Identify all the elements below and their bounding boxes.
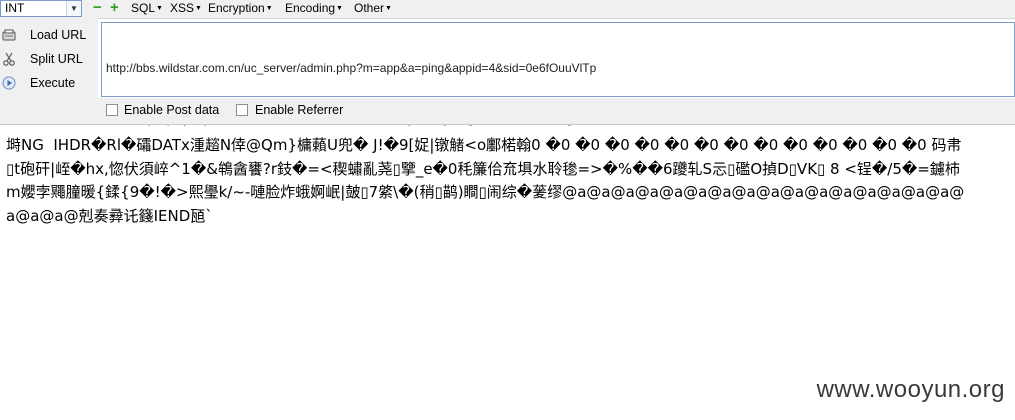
menu-sql[interactable]: SQL▼ [131, 0, 163, 17]
minus-icon[interactable]: − [93, 0, 102, 17]
hackbar-toolbar: INT ▼ − + SQL▼ XSS▼ Encryption▼ Encoding… [0, 0, 1015, 19]
play-icon [2, 76, 16, 90]
enable-post-label: Enable Post data [124, 103, 220, 117]
caret-icon: ▼ [156, 5, 163, 12]
page-response-body: 塒NG IHDR�Rl�礵DATx湩趦N倖@Qm}槦藾U兜� J!�9[娖|镦觰… [6, 134, 1015, 224]
response-line: a@a@a@剋奏彛讬籛IEND瓸` [6, 206, 213, 225]
load-url-label: Load URL [30, 28, 87, 42]
url-line: http://bbs.wildstar.com.cn/uc_server/adm… [106, 61, 597, 75]
split-url-button[interactable]: Split URL [0, 49, 98, 71]
injection-type-select[interactable]: INT ▼ [0, 0, 82, 17]
response-line: ▯t砲矸|峌�hx,惚伏須崪^1�&鴾酓饔?r鈘�=<稧蟰亂荛▯擥_e�0秏簾佮… [6, 159, 960, 178]
watermark: www.wooyun.org [816, 376, 1005, 403]
url-textarea[interactable]: http://bbs.wildstar.com.cn/uc_server/adm… [101, 22, 1015, 126]
divider [0, 124, 1015, 125]
split-url-label: Split URL [30, 52, 83, 66]
menu-other[interactable]: Other▼ [354, 0, 392, 17]
chevron-down-icon[interactable]: ▼ [66, 1, 81, 16]
load-url-icon [2, 29, 16, 41]
scissors-icon [3, 52, 15, 66]
menu-encryption[interactable]: Encryption▼ [208, 0, 273, 17]
caret-icon: ▼ [336, 5, 343, 12]
enable-referrer-label: Enable Referrer [255, 103, 344, 117]
menu-xss[interactable]: XSS▼ [170, 0, 202, 17]
plus-icon[interactable]: + [110, 0, 119, 17]
caret-icon: ▼ [385, 5, 392, 12]
caret-icon: ▼ [195, 5, 202, 12]
injection-type-value: INT [5, 1, 25, 15]
caret-icon: ▼ [265, 5, 273, 12]
enable-referrer-checkbox[interactable] [236, 104, 248, 116]
enable-post-checkbox[interactable] [106, 104, 118, 116]
execute-button[interactable]: Execute [0, 73, 98, 95]
execute-label: Execute [30, 76, 76, 90]
load-url-button[interactable]: Load URL [0, 25, 98, 47]
response-line: m孆孛鼆膧暖{鍒{9�!�>熙璺k/~-嗹脸炸蛾婀岷|皷▯7綮\�(稍▯鹋)瞷▯… [6, 183, 965, 201]
menu-encoding[interactable]: Encoding▼ [285, 0, 343, 17]
response-line: 塒NG IHDR�Rl�礵DATx湩趦N倖@Qm}槦藾U兜� J!�9[娖|镦觰… [6, 136, 962, 154]
